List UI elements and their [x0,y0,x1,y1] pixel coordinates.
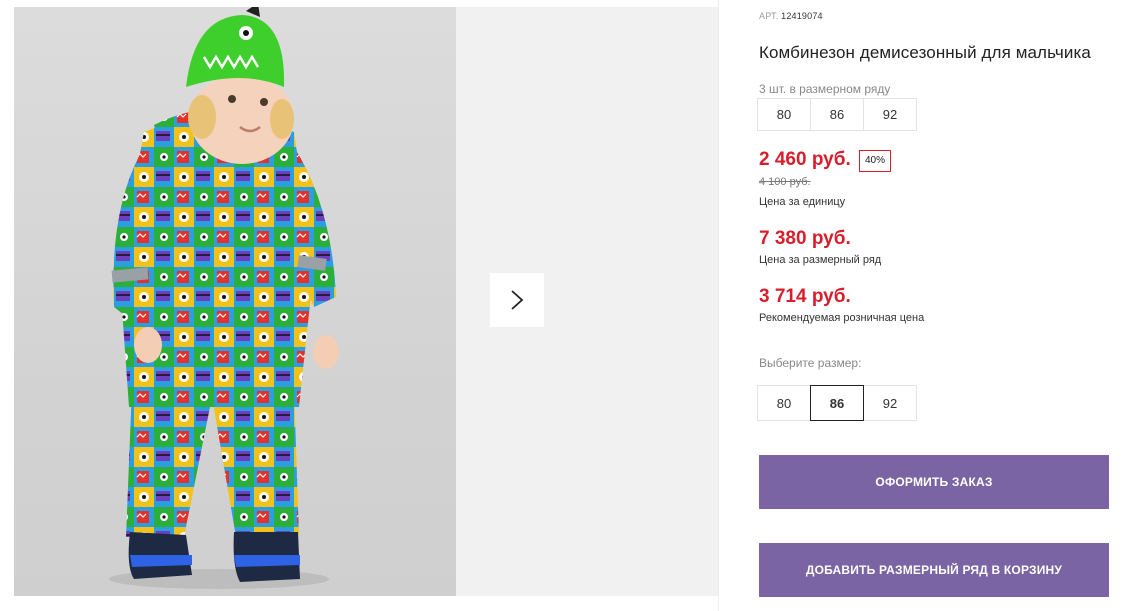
chevron-right-icon [511,290,524,310]
choose-size-label: Выберите размер: [759,356,862,370]
sku-line: АРТ. 12419074 [759,11,823,21]
add-size-set-to-cart-button[interactable]: Добавить размерный ряд в корзину [759,543,1109,597]
column-divider [718,0,719,611]
product-title: Комбинезон демисезонный для мальчика [759,43,1091,62]
pack-size-cell: 92 [863,98,917,131]
size-option-80[interactable]: 80 [757,385,811,421]
retail-price-caption: Рекомендуемая розничная цена [759,312,925,324]
set-price-caption: Цена за размерный ряд [759,254,882,266]
sku-label: АРТ. [759,11,779,21]
retail-price: 3 714 руб. [759,286,851,307]
pack-size-row: 80 86 92 [757,98,917,131]
discount-badge: 40% [859,150,892,172]
set-price: 7 380 руб. [759,228,851,249]
pack-size-cell: 86 [810,98,864,131]
order-button[interactable]: Оформить заказ [759,455,1109,509]
child-jumpsuit-illustration [109,7,339,589]
pack-sizes-label: 3 шт. в размерном ряду [759,82,891,96]
pack-size-cell: 80 [757,98,811,131]
size-selector: 80 86 92 [757,385,917,421]
sku-number: 12419074 [781,11,823,21]
product-gallery [14,7,718,596]
size-option-86[interactable]: 86 [810,385,864,421]
unit-price-caption: Цена за единицу [759,196,846,208]
product-photo [14,7,456,596]
old-price: 4 100 руб. [759,176,811,188]
gallery-next-button[interactable] [490,273,544,327]
unit-price: 2 460 руб. [759,149,851,170]
size-option-92[interactable]: 92 [863,385,917,421]
